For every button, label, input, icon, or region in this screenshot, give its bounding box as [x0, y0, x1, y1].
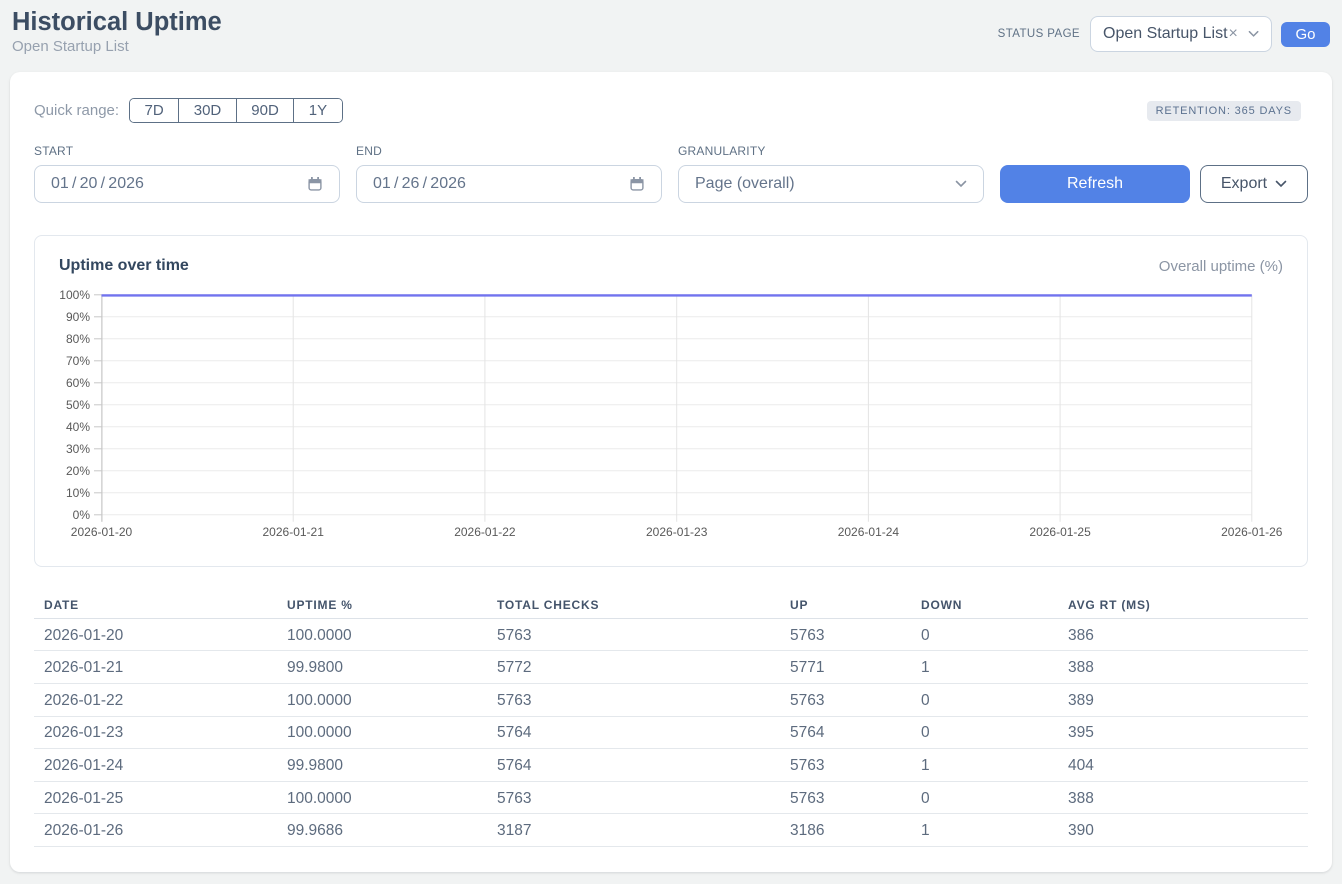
svg-text:2026-01-21: 2026-01-21 [263, 525, 325, 539]
svg-text:2026-01-24: 2026-01-24 [838, 525, 900, 539]
svg-text:2026-01-20: 2026-01-20 [71, 525, 133, 539]
svg-text:40%: 40% [66, 420, 90, 434]
svg-text:2026-01-25: 2026-01-25 [1029, 525, 1091, 539]
svg-text:2026-01-26: 2026-01-26 [1221, 525, 1283, 539]
svg-text:100%: 100% [59, 288, 90, 302]
svg-text:80%: 80% [66, 332, 90, 346]
svg-text:0%: 0% [73, 508, 91, 522]
svg-text:30%: 30% [66, 442, 90, 456]
svg-text:50%: 50% [66, 398, 90, 412]
svg-text:2026-01-22: 2026-01-22 [454, 525, 516, 539]
svg-text:20%: 20% [66, 464, 90, 478]
svg-text:90%: 90% [66, 310, 90, 324]
svg-text:10%: 10% [66, 486, 90, 500]
svg-text:70%: 70% [66, 354, 90, 368]
svg-text:2026-01-23: 2026-01-23 [646, 525, 708, 539]
svg-text:60%: 60% [66, 376, 90, 390]
